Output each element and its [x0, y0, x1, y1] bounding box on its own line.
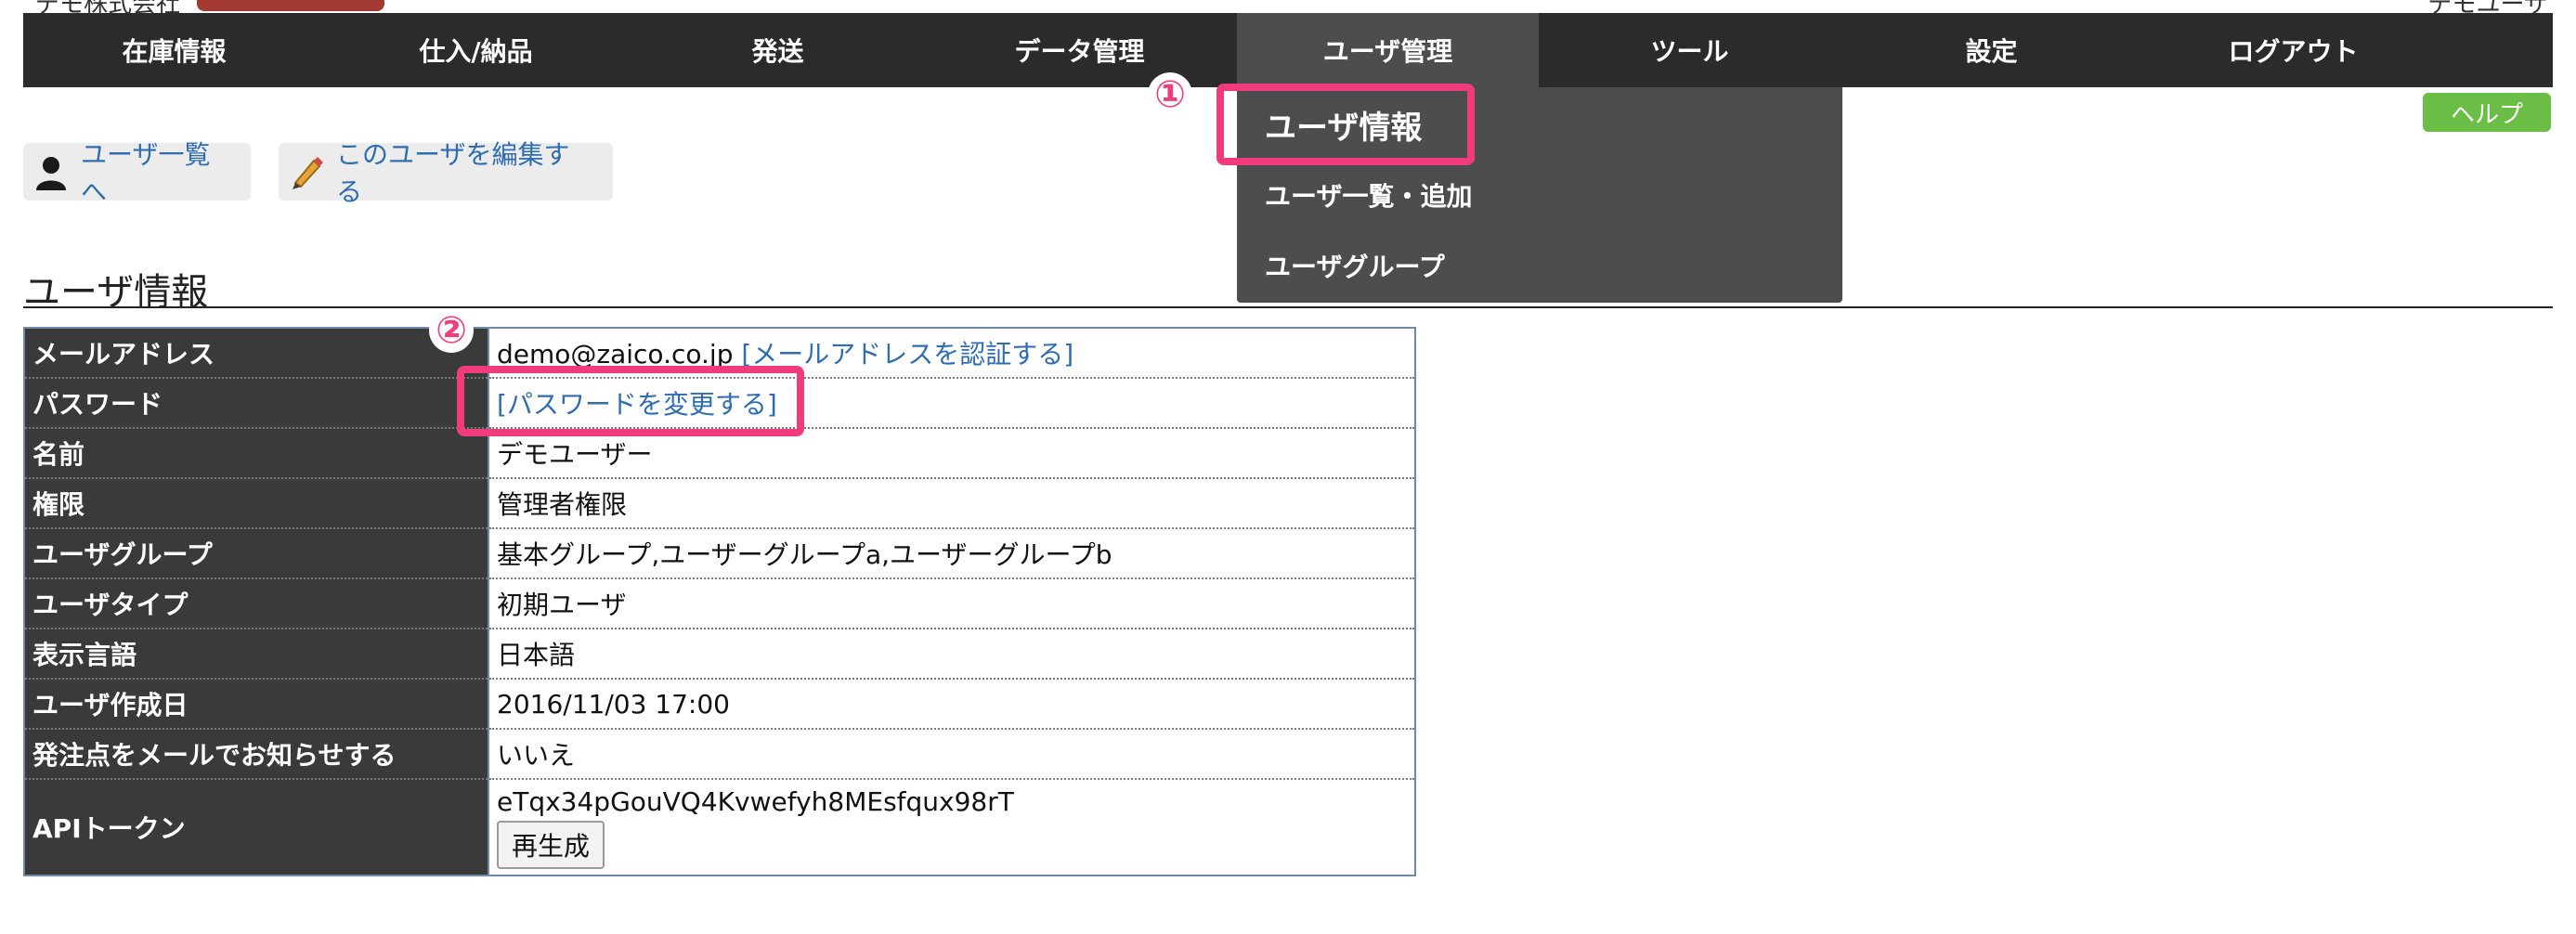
annotation-number-2: ② [429, 308, 474, 353]
notify-value: いいえ [488, 728, 1415, 779]
email-label: メールアドレス [24, 328, 488, 378]
highlight-box-user-info [1216, 84, 1475, 165]
company-name: デモ株式会社 [35, 0, 180, 13]
api-token-cell: eTqx34pGouVQ4Kvwefyh8MEsfqux98rT 再生成 [488, 778, 1415, 876]
user-list-button[interactable]: ユーザ一覧へ [23, 139, 251, 207]
regenerate-button[interactable]: 再生成 [497, 820, 605, 869]
password-label: パスワード [24, 377, 488, 428]
language-label: 表示言語 [24, 628, 488, 679]
group-label: ユーザグループ [24, 527, 488, 578]
type-label: ユーザタイプ [24, 577, 488, 629]
nav-item-purchase[interactable]: 仕入/納品 [325, 13, 627, 87]
plan-badge [197, 0, 384, 11]
help-button[interactable]: ヘルプ [2423, 93, 2551, 132]
table-row: ユーザグループ 基本グループ,ユーザーグループa,ユーザーグループb [24, 527, 1415, 578]
api-token-label: APIトークン [24, 778, 488, 876]
group-value: 基本グループ,ユーザーグループa,ユーザーグループb [488, 527, 1415, 578]
table-row: ユーザ作成日 2016/11/03 17:00 [24, 678, 1415, 729]
user-list-label: ユーザ一覧へ [81, 139, 211, 207]
language-value: 日本語 [488, 628, 1415, 679]
created-label: ユーザ作成日 [24, 678, 488, 729]
current-user: デモユーザ [2428, 0, 2548, 13]
created-value: 2016/11/03 17:00 [488, 678, 1415, 729]
nav-item-shipping[interactable]: 発送 [627, 13, 929, 87]
nav-item-settings[interactable]: 設定 [1841, 13, 2142, 87]
notify-label: 発注点をメールでお知らせする [24, 728, 488, 779]
api-token-value: eTqx34pGouVQ4Kvwefyh8MEsfqux98rT [497, 785, 1014, 817]
pencil-icon [288, 153, 325, 190]
nav-item-inventory[interactable]: 在庫情報 [23, 13, 325, 87]
table-row: 表示言語 日本語 [24, 628, 1415, 679]
name-label: 名前 [24, 427, 488, 478]
table-row: APIトークン eTqx34pGouVQ4Kvwefyh8MEsfqux98rT… [24, 778, 1415, 876]
title-divider [23, 306, 2553, 308]
top-header-strip: デモ株式会社 デモユーザ [0, 0, 2576, 13]
permission-value: 管理者権限 [488, 477, 1415, 528]
main-nav: 在庫情報 仕入/納品 発送 データ管理 ユーザ管理 ツール 設定 ログアウト [23, 13, 2553, 87]
table-row: 権限 管理者権限 [24, 477, 1415, 528]
nav-item-tools[interactable]: ツール [1539, 13, 1841, 87]
table-row: ユーザタイプ 初期ユーザ [24, 577, 1415, 629]
dropdown-item-user-group[interactable]: ユーザグループ [1265, 247, 1445, 284]
permission-label: 権限 [24, 477, 488, 528]
nav-item-logout[interactable]: ログアウト [2142, 13, 2444, 87]
highlight-box-change-password [457, 366, 804, 436]
type-value: 初期ユーザ [488, 577, 1415, 629]
edit-user-button[interactable]: このユーザを編集する [279, 139, 613, 207]
user-icon [33, 153, 70, 190]
table-row: 発注点をメールでお知らせする いいえ [24, 728, 1415, 779]
edit-user-label: このユーザを編集する [336, 139, 570, 207]
dropdown-item-user-list[interactable]: ユーザ一覧・追加 [1265, 176, 1472, 214]
nav-item-user-management[interactable]: ユーザ管理 [1237, 13, 1539, 87]
annotation-number-1: ① [1148, 72, 1192, 117]
